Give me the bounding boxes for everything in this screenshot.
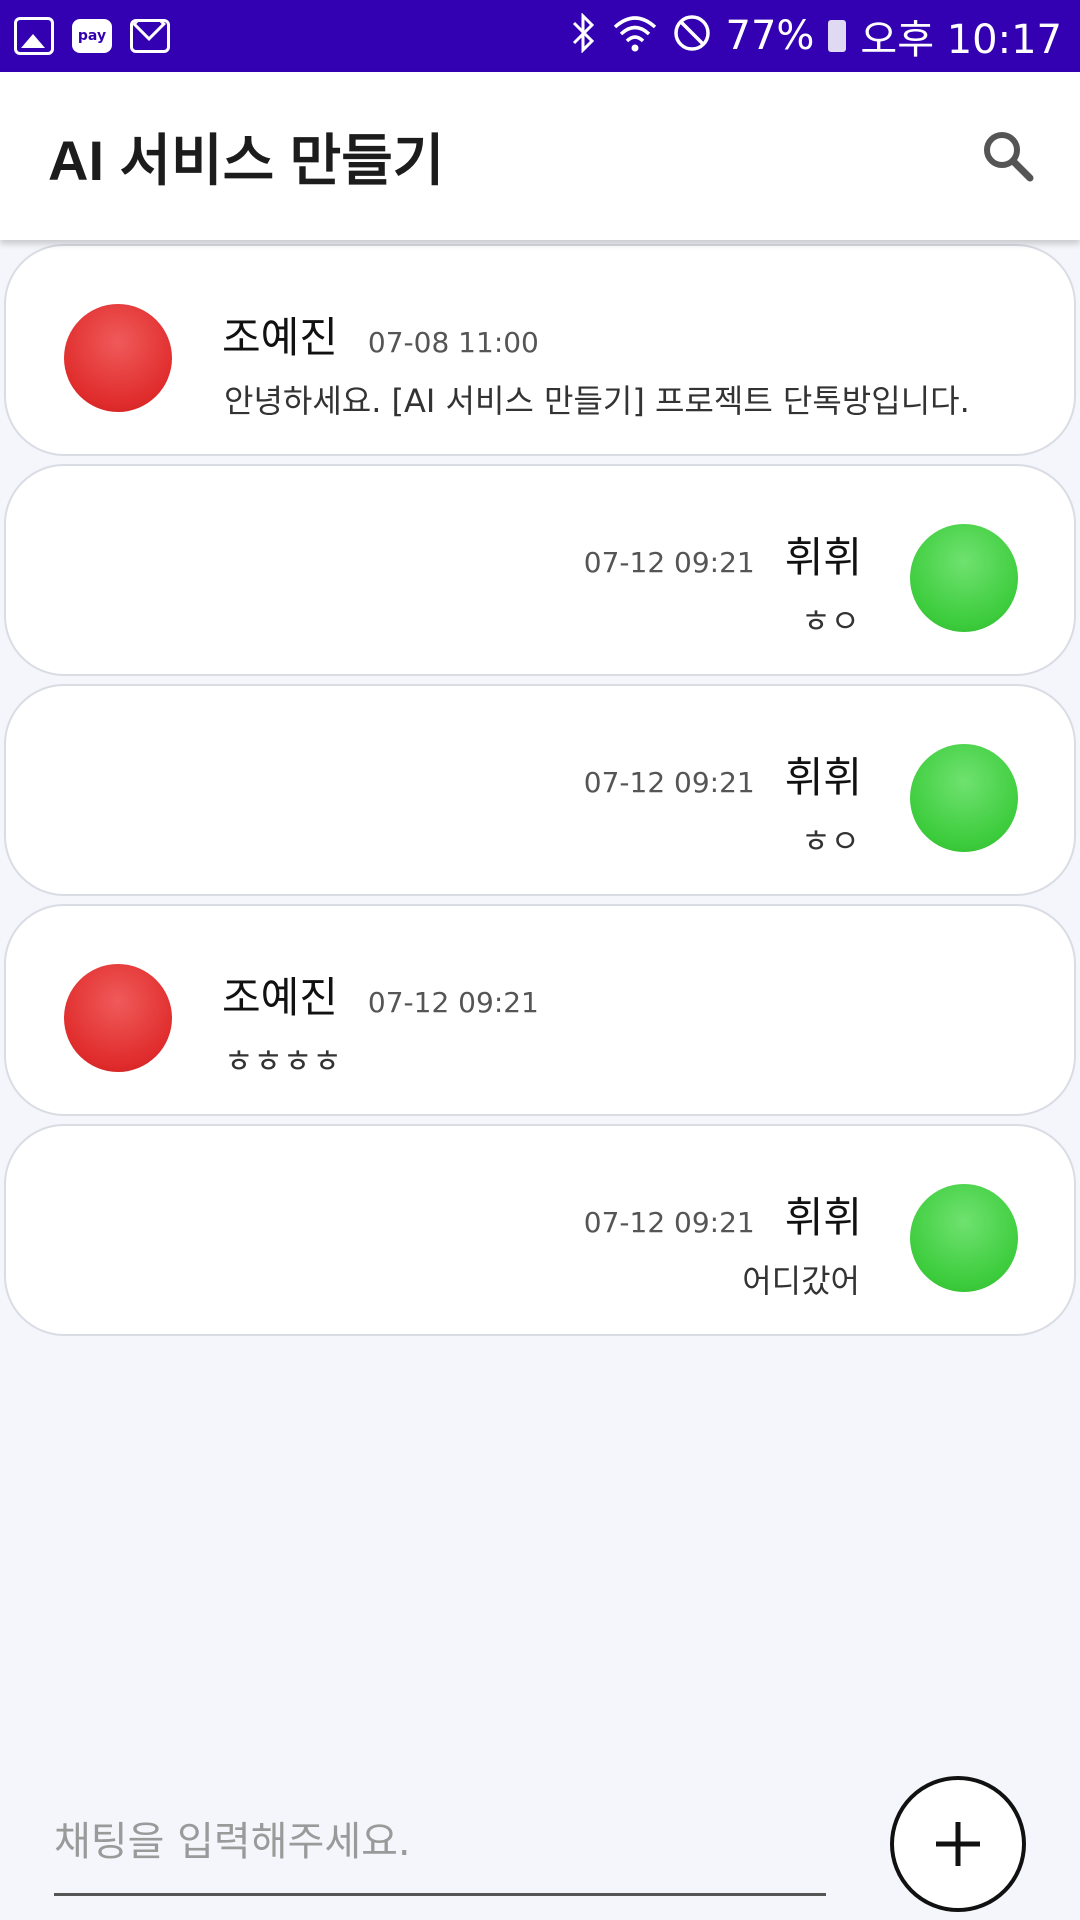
- gallery-icon: [14, 17, 54, 55]
- message-card[interactable]: 휘휘 07-12 09:21 ㅎㅇ: [4, 684, 1076, 896]
- message-text: ㅎㅇ: [801, 822, 860, 860]
- app-bar: AI 서비스 만들기: [0, 72, 1080, 240]
- status-bar: pay 77% 오후 10:17: [0, 0, 1080, 72]
- message-text: 어디갔어: [742, 1262, 860, 1300]
- notification-icons: pay: [14, 17, 170, 55]
- message-time: 07-12 09:21: [583, 766, 755, 799]
- plus-icon: [936, 1822, 980, 1866]
- message-time: 07-12 09:21: [367, 986, 539, 1019]
- message-header: 휘휘 07-12 09:21: [584, 744, 862, 805]
- message-card[interactable]: 조예진 07-12 09:21 ㅎㅎㅎㅎ: [4, 904, 1076, 1116]
- avatar[interactable]: [910, 744, 1018, 852]
- mail-icon: [130, 19, 170, 53]
- avatar[interactable]: [910, 524, 1018, 632]
- chat-input[interactable]: [54, 1790, 826, 1893]
- avatar[interactable]: [64, 304, 172, 412]
- message-card[interactable]: 휘휘 07-12 09:21 어디갔어: [4, 1124, 1076, 1336]
- pay-icon: pay: [72, 19, 112, 53]
- message-list: 조예진 07-08 11:00 안녕하세요. [AI 서비스 만들기] 프로젝트…: [4, 244, 1076, 1344]
- battery-percent: 77%: [725, 13, 815, 59]
- message-time: 07-12 09:21: [583, 1206, 755, 1239]
- sender-name: 휘휘: [784, 533, 862, 582]
- battery-icon: [828, 20, 847, 52]
- message-header: 휘휘 07-12 09:21: [584, 1184, 862, 1245]
- message-text: ㅎㅎㅎㅎ: [224, 1042, 342, 1080]
- chat-composer: [54, 1790, 826, 1896]
- avatar[interactable]: [910, 1184, 1018, 1292]
- add-button[interactable]: [890, 1776, 1026, 1912]
- message-card[interactable]: 조예진 07-08 11:00 안녕하세요. [AI 서비스 만들기] 프로젝트…: [4, 244, 1076, 456]
- sender-name: 조예진: [222, 973, 338, 1022]
- sender-name: 휘휘: [784, 1193, 862, 1242]
- wifi-icon: [612, 13, 658, 59]
- message-header: 조예진 07-12 09:21: [222, 964, 539, 1025]
- search-icon[interactable]: [980, 128, 1036, 184]
- message-card[interactable]: 휘휘 07-12 09:21 ㅎㅇ: [4, 464, 1076, 676]
- sender-name: 조예진: [222, 313, 338, 362]
- message-time: 07-12 09:21: [583, 546, 755, 579]
- message-text: 안녕하세요. [AI 서비스 만들기] 프로젝트 단톡방입니다.: [224, 382, 970, 420]
- page-title: AI 서비스 만들기: [48, 128, 445, 192]
- message-header: 휘휘 07-12 09:21: [584, 524, 862, 585]
- message-text: ㅎㅇ: [801, 602, 860, 640]
- system-icons: 77% 오후 10:17: [568, 7, 1062, 65]
- message-header: 조예진 07-08 11:00: [222, 304, 539, 365]
- clock: 오후 10:17: [860, 17, 1062, 63]
- sender-name: 휘휘: [784, 753, 862, 802]
- message-time: 07-08 11:00: [367, 326, 539, 359]
- bluetooth-icon: [568, 12, 598, 59]
- avatar[interactable]: [64, 964, 172, 1072]
- do-not-disturb-icon: [672, 13, 712, 59]
